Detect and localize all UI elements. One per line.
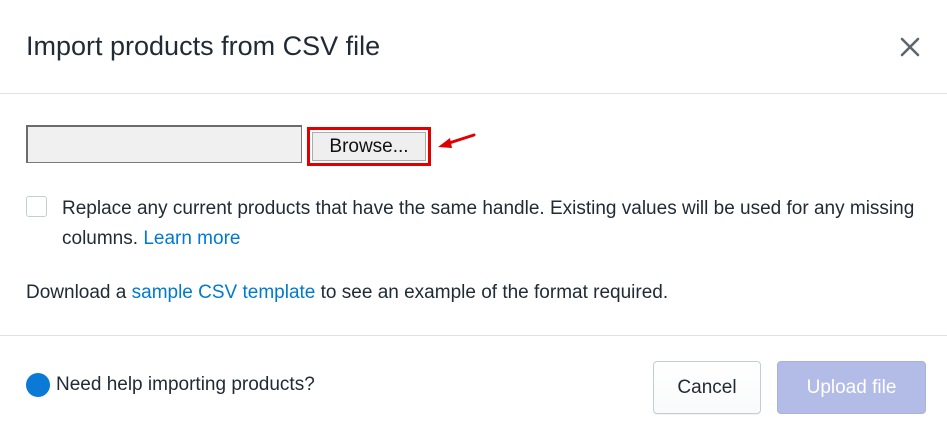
help-importing[interactable]: Need help importing products? [26, 373, 315, 397]
help-circle-icon [26, 373, 50, 397]
red-arrow-annotation-icon [438, 133, 476, 148]
upload-file-button[interactable]: Upload file [777, 361, 926, 414]
replace-products-label: Replace any current products that have t… [62, 194, 932, 254]
sample-csv-template-link[interactable]: sample CSV template [132, 282, 316, 303]
download-suffix: to see an example of the format required… [320, 282, 669, 303]
cancel-button[interactable]: Cancel [653, 361, 761, 414]
download-prefix: Download a [26, 282, 127, 303]
file-path-field[interactable] [26, 125, 302, 163]
modal-body: Browse... Replace any current products t… [0, 94, 947, 336]
browse-button[interactable]: Browse... [307, 127, 431, 166]
import-products-modal: Import products from CSV file Browse... … [0, 0, 947, 438]
close-icon [900, 37, 920, 57]
modal-title: Import products from CSV file [26, 31, 381, 61]
modal-footer: Need help importing products? Cancel Upl… [0, 336, 947, 438]
replace-products-checkbox[interactable] [26, 196, 47, 217]
browse-button-label: Browse... [312, 132, 426, 161]
close-button[interactable] [896, 33, 924, 61]
modal-header: Import products from CSV file [0, 0, 947, 94]
download-template-text: Download a sample CSV template to see an… [26, 278, 668, 308]
help-text: Need help importing products? [56, 374, 315, 395]
learn-more-link[interactable]: Learn more [143, 228, 240, 249]
